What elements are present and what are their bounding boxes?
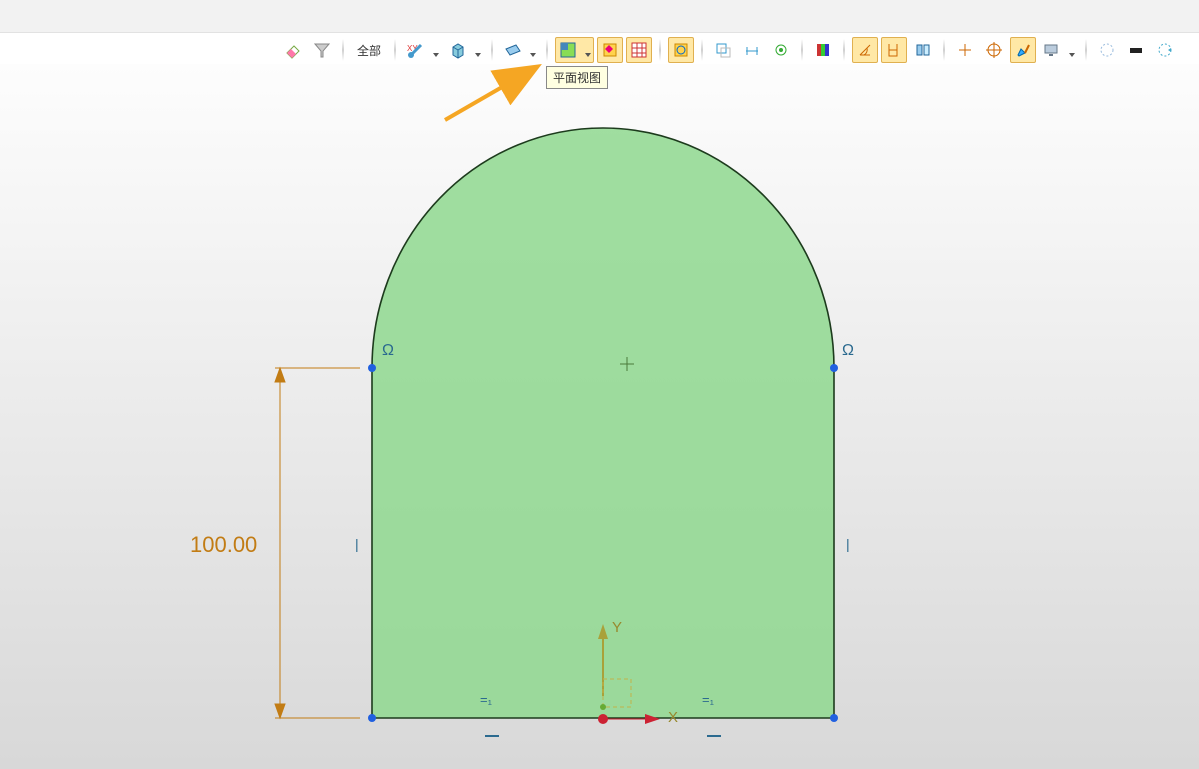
constraint-icon xyxy=(773,42,789,58)
sketch-canvas[interactable]: 100.00 Ω Ω Y X | | =₁ =₁ xyxy=(0,64,1199,769)
separator xyxy=(491,39,493,61)
eraser-tool[interactable] xyxy=(280,37,306,63)
brush-icon xyxy=(1015,42,1031,58)
chevron-down-icon xyxy=(585,53,591,57)
mirror-icon xyxy=(915,42,931,58)
plus-tool[interactable] xyxy=(952,37,978,63)
vertical-constraint-right: | xyxy=(846,536,850,552)
titlebar xyxy=(0,0,1199,33)
fit-icon xyxy=(672,41,690,59)
dots-tool[interactable] xyxy=(1094,37,1120,63)
filter-label[interactable]: 全部 xyxy=(351,40,387,61)
wrench-icon: XY xyxy=(407,41,425,59)
dots-icon xyxy=(1099,42,1115,58)
dimension-tool[interactable] xyxy=(739,37,765,63)
equal-constraint-2: =₁ xyxy=(702,692,714,707)
tangent-constraint-right: Ω xyxy=(842,342,854,360)
select-tool[interactable] xyxy=(710,37,736,63)
tangent-constraint-left: Ω xyxy=(382,342,394,360)
axis-y-label: Y xyxy=(612,619,622,636)
solid-icon xyxy=(1128,42,1144,58)
target-icon xyxy=(986,42,1002,58)
plane-icon xyxy=(504,41,522,59)
fit-button[interactable] xyxy=(668,37,694,63)
axis-x-label: X xyxy=(668,709,678,726)
separator xyxy=(943,39,945,61)
separator xyxy=(801,39,803,61)
planview-button[interactable] xyxy=(555,37,594,63)
eraser-icon xyxy=(284,41,302,59)
dimension-value[interactable]: 100.00 xyxy=(190,532,257,558)
sketch-svg xyxy=(0,64,1199,769)
color-tool[interactable] xyxy=(810,37,836,63)
mirror-tool[interactable] xyxy=(910,37,936,63)
select-icon xyxy=(715,42,731,58)
planview-tooltip: 平面视图 xyxy=(546,66,608,89)
monitor-dropdown[interactable] xyxy=(1039,37,1078,63)
solid-tool[interactable] xyxy=(1123,37,1149,63)
separator xyxy=(843,39,845,61)
callout-arrow-icon xyxy=(440,60,560,130)
chevron-down-icon xyxy=(475,53,481,57)
target-tool[interactable] xyxy=(981,37,1007,63)
separator xyxy=(394,39,396,61)
snapview-button[interactable] xyxy=(597,37,623,63)
hatch-icon xyxy=(630,41,648,59)
chevron-down-icon xyxy=(1069,53,1075,57)
angle1-button[interactable] xyxy=(852,37,878,63)
toolbar: 全部 XY xyxy=(0,36,1199,64)
brush-tool[interactable] xyxy=(1010,37,1036,63)
cycle-icon xyxy=(1157,42,1173,58)
filter-tool[interactable] xyxy=(309,37,335,63)
angle2-icon xyxy=(886,42,902,58)
separator xyxy=(546,39,548,61)
app-root: 全部 XY xyxy=(0,0,1199,769)
equal-constraint-1: =₁ xyxy=(480,692,492,707)
separator xyxy=(701,39,703,61)
funnel-icon xyxy=(314,42,330,58)
cube-icon xyxy=(449,41,467,59)
angle2-button[interactable] xyxy=(881,37,907,63)
cycle-tool[interactable] xyxy=(1152,37,1178,63)
wrench-dropdown[interactable]: XY xyxy=(403,37,442,63)
dimension-icon xyxy=(744,42,760,58)
separator xyxy=(342,39,344,61)
hatch-button[interactable] xyxy=(626,37,652,63)
constraint-tool[interactable] xyxy=(768,37,794,63)
planview-icon xyxy=(559,41,577,59)
angle1-icon xyxy=(857,42,873,58)
chevron-down-icon xyxy=(433,53,439,57)
monitor-icon xyxy=(1043,42,1059,58)
color-icon xyxy=(815,42,831,58)
chevron-down-icon xyxy=(530,53,536,57)
plus-icon xyxy=(957,42,973,58)
separator xyxy=(1085,39,1087,61)
separator xyxy=(659,39,661,61)
vertical-constraint-left: | xyxy=(355,536,359,552)
snapview-icon xyxy=(601,41,619,59)
